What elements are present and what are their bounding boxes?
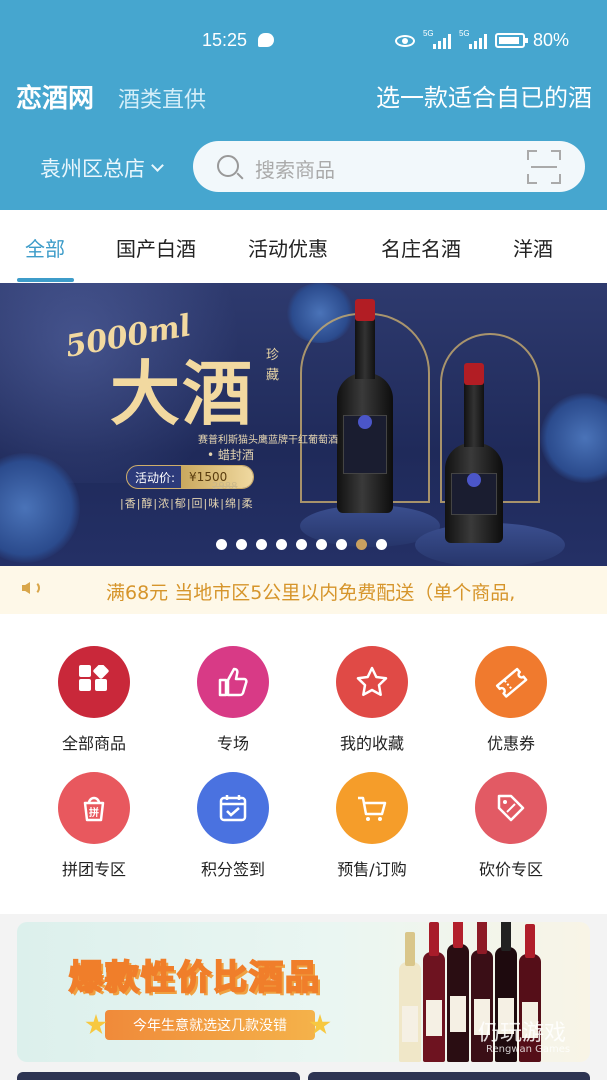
tab-domestic-baijiu[interactable]: 国产白酒	[116, 233, 196, 262]
shortcut-group-buy[interactable]: 拼 拼团专区	[34, 772, 154, 880]
shortcut-grid: 全部商品 专场 我的收藏 优惠券 拼 拼团专区 积分签到 预售/订购 砍价专区	[0, 614, 607, 914]
battery-level: 80%	[532, 30, 569, 50]
wine-bottle-image	[423, 922, 445, 1062]
banner-old-price: 2988	[212, 481, 238, 492]
shortcut-label: 预售/订购	[337, 860, 407, 879]
carousel-dot[interactable]	[336, 539, 347, 550]
status-bar: 15:25 5G 5G 80%	[0, 29, 607, 54]
star-icon	[336, 646, 408, 718]
shortcut-bargain[interactable]: 砍价专区	[451, 772, 571, 880]
carousel-dot[interactable]	[376, 539, 387, 550]
search-bar[interactable]: 搜索商品	[193, 141, 585, 192]
carousel-dot[interactable]	[356, 539, 367, 550]
shortcut-label: 我的收藏	[339, 734, 404, 753]
chat-notification-icon	[258, 33, 274, 47]
next-section-preview	[17, 1072, 590, 1080]
scan-icon[interactable]	[527, 150, 561, 184]
banner-badge: 珍藏	[266, 348, 280, 383]
banner-subtitle: • 蜡封酒	[207, 448, 254, 462]
search-icon	[217, 155, 239, 177]
notice-bar[interactable]: 满68元 当地市区5公里以内免费配送（单个商品,	[0, 566, 607, 614]
cart-icon	[336, 772, 408, 844]
wine-bottle-image	[447, 922, 469, 1062]
banner-product-name: 赛普利斯猫头鹰蓝牌干红葡萄酒	[198, 435, 338, 446]
shortcut-label: 砍价专区	[478, 860, 543, 879]
carousel-dot[interactable]	[256, 539, 267, 550]
svg-text:拼: 拼	[89, 806, 99, 819]
star-icon	[85, 1014, 107, 1035]
active-tab-indicator	[17, 278, 74, 282]
shortcut-label: 专场	[216, 734, 249, 753]
signal-icon: 5G	[423, 29, 451, 49]
group-buy-icon: 拼	[58, 772, 130, 844]
battery-icon	[494, 33, 528, 48]
carousel-dot[interactable]	[276, 539, 287, 550]
calendar-check-icon	[197, 772, 269, 844]
ticket-icon	[475, 646, 547, 718]
notice-text: 满68元 当地市区5公里以内免费配送（单个商品,	[106, 582, 516, 604]
grid-icon	[58, 646, 130, 718]
carousel-dot[interactable]	[316, 539, 327, 550]
shortcut-presale[interactable]: 预售/订购	[312, 772, 432, 880]
watermark-text: 仍玩游戏	[478, 1021, 567, 1046]
wine-bottle-image	[445, 363, 503, 543]
peony-decoration	[540, 393, 607, 483]
wine-bottle-image	[399, 932, 421, 1062]
carousel-dot[interactable]	[236, 539, 247, 550]
shortcut-special[interactable]: 专场	[173, 646, 293, 754]
tab-famous-wineries[interactable]: 名庄名酒	[381, 233, 461, 262]
brand-name: 恋酒网	[16, 84, 95, 114]
search-input[interactable]: 搜索商品	[255, 154, 335, 183]
header-slogan: 选一款适合自已的酒	[376, 84, 592, 112]
carousel-dot[interactable]	[296, 539, 307, 550]
banner-headline: 大酒	[110, 352, 254, 435]
promo-title: 爆款性价比酒品	[68, 957, 321, 999]
shortcut-coupons[interactable]: 优惠券	[451, 646, 571, 754]
carousel-dot[interactable]	[216, 539, 227, 550]
brand-tagline: 酒类直供	[118, 88, 207, 113]
shortcut-label: 优惠券	[486, 734, 535, 753]
app-header: 15:25 5G 5G 80% 恋酒网 酒类直供 选一款适合自已的酒 袁州区总店…	[0, 0, 607, 210]
status-time: 15:25	[202, 30, 248, 50]
chevron-down-icon	[151, 158, 164, 172]
shortcut-label: 积分签到	[200, 860, 265, 879]
signal-icon: 5G	[459, 29, 487, 49]
banner-features: |香|醇|浓|郁|回|味|绵|柔	[120, 497, 254, 510]
tab-promotions[interactable]: 活动优惠	[248, 233, 328, 262]
wine-bottle-image	[337, 299, 393, 513]
shortcut-all-products[interactable]: 全部商品	[34, 646, 154, 754]
price-tag-icon	[475, 772, 547, 844]
store-name: 袁州区总店	[40, 157, 145, 181]
shortcut-favorites[interactable]: 我的收藏	[312, 646, 432, 754]
category-tabs: 全部 国产白酒 活动优惠 名庄名酒 洋酒	[0, 210, 607, 283]
shortcut-points-checkin[interactable]: 积分签到	[173, 772, 293, 880]
eye-comfort-icon	[394, 34, 415, 47]
price-label: 活动价:	[135, 470, 176, 485]
thumbs-up-icon	[197, 646, 269, 718]
tab-all[interactable]: 全部	[25, 233, 65, 262]
shortcut-label: 拼团专区	[61, 860, 126, 879]
tab-foreign-liquor[interactable]: 洋酒	[513, 233, 553, 262]
shortcut-label: 全部商品	[61, 734, 126, 753]
store-selector[interactable]: 袁州区总店	[40, 153, 164, 183]
promo-ribbon: 今年生意就选这几款没错	[105, 1010, 315, 1040]
speaker-wave-icon	[32, 581, 40, 595]
watermark-subtext: Rengwan Games	[486, 1044, 571, 1055]
carousel-indicator	[216, 539, 387, 550]
speaker-icon	[22, 582, 30, 594]
